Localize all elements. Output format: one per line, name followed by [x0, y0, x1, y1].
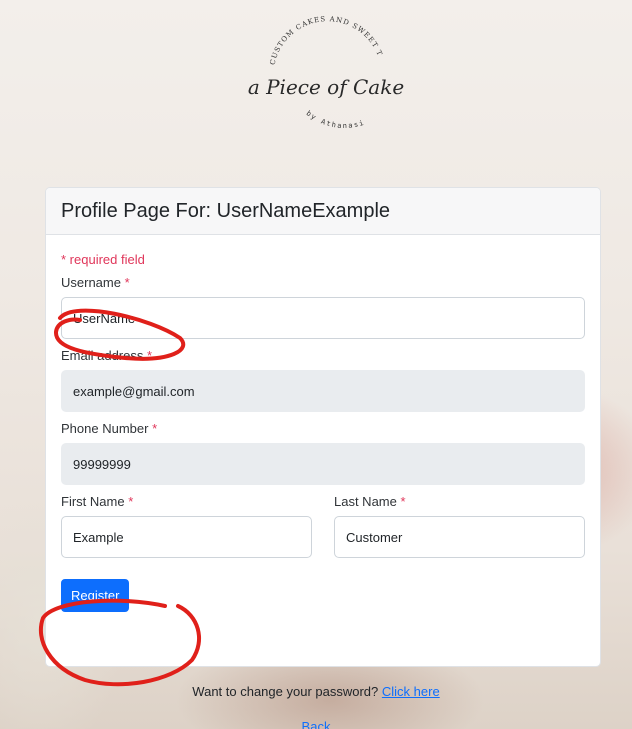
page-title: Profile Page For: UserNameExample — [61, 199, 391, 222]
password-change-text: Want to change your password? — [192, 684, 379, 699]
change-password-link[interactable]: Click here — [382, 684, 440, 699]
password-change-line: Want to change your password? Click here — [0, 684, 632, 699]
brand-logo: CUSTOM CAKES AND SWEET TREATS a Piece of… — [232, 0, 416, 146]
profile-form: * required field Username * Email addres… — [46, 235, 600, 612]
required-marker: * — [124, 275, 130, 290]
first-name-group: First Name * — [61, 494, 312, 558]
register-button[interactable]: Register — [61, 579, 130, 612]
required-marker: * — [400, 494, 406, 509]
required-field-note: * required field — [61, 252, 145, 267]
svg-text:CUSTOM CAKES AND SWEET TREATS: CUSTOM CAKES AND SWEET TREATS — [236, 6, 384, 66]
logo-arc-text: CUSTOM CAKES AND SWEET TREATS — [236, 6, 384, 66]
email-group: Email address * — [61, 348, 585, 412]
username-input[interactable] — [61, 297, 585, 339]
first-name-label: First Name * — [61, 494, 134, 509]
phone-group: Phone Number * — [61, 421, 585, 485]
first-name-input[interactable] — [61, 516, 312, 558]
last-name-label: Last Name * — [334, 494, 406, 509]
username-label: Username * — [61, 275, 130, 290]
logo-wordmark: a Piece of Cake — [248, 75, 404, 99]
required-marker: * — [128, 494, 134, 509]
phone-input[interactable] — [61, 443, 585, 485]
required-marker: * — [147, 348, 153, 363]
phone-label: Phone Number * — [61, 421, 158, 436]
email-label: Email address * — [61, 348, 153, 363]
page-background: CUSTOM CAKES AND SWEET TREATS a Piece of… — [0, 0, 632, 729]
back-link[interactable]: Back — [0, 719, 632, 729]
card-header: Profile Page For: UserNameExample — [46, 188, 600, 235]
profile-card: Profile Page For: UserNameExample * requ… — [45, 187, 601, 667]
last-name-group: Last Name * — [334, 494, 585, 558]
name-row: First Name * Last Name * — [61, 494, 585, 567]
username-group: Username * — [61, 275, 585, 339]
last-name-input[interactable] — [334, 516, 585, 558]
email-input[interactable] — [61, 370, 585, 412]
required-marker: * — [152, 421, 158, 436]
